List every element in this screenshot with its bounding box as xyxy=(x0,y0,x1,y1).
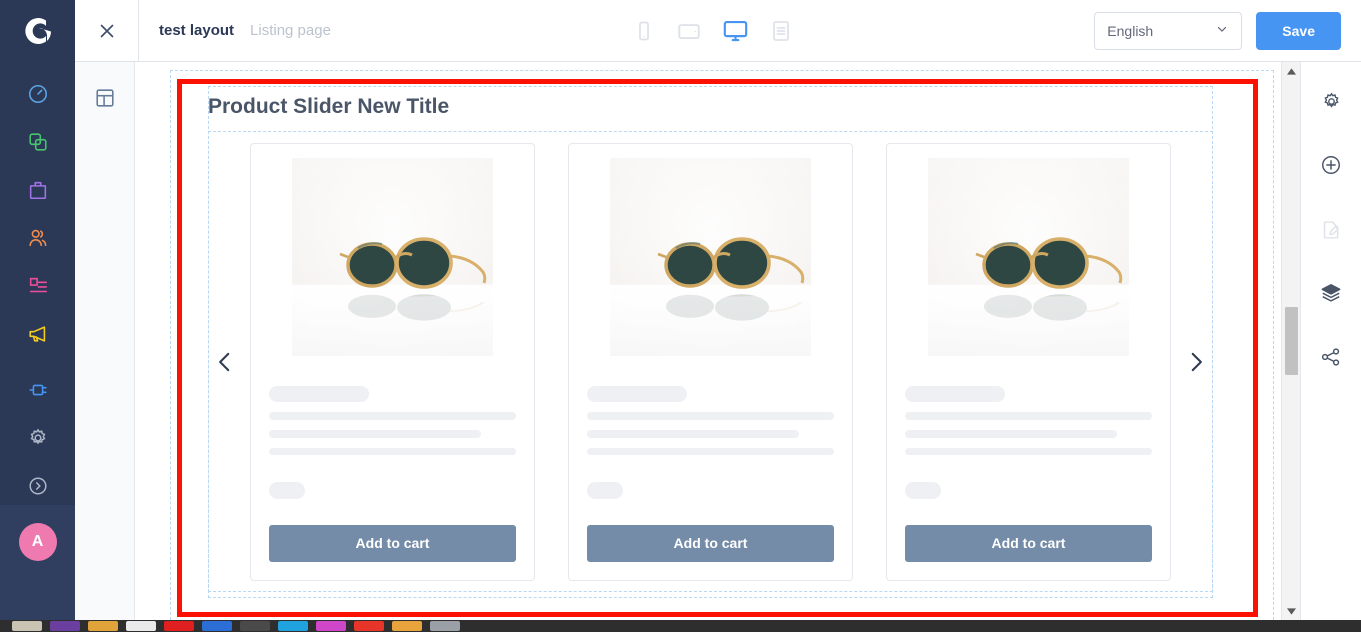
layout-grid-icon[interactable] xyxy=(87,80,123,116)
chevron-down-icon xyxy=(1215,22,1229,39)
layers-icon[interactable] xyxy=(1314,276,1348,310)
shopware-logo-icon[interactable] xyxy=(0,0,75,62)
taskbar-app-icon[interactable] xyxy=(240,621,270,631)
scroll-up-arrow-icon[interactable] xyxy=(1282,62,1301,80)
chevron-right-icon[interactable] xyxy=(1179,342,1213,382)
page-canvas: Product Slider New Title Add to cart Add… xyxy=(135,62,1280,620)
sidebar-item-orders[interactable] xyxy=(0,166,75,214)
sidebar-item-marketing[interactable] xyxy=(0,310,75,358)
sidebar-item-extensions[interactable] xyxy=(0,366,75,414)
top-header: test layout Listing page English Save xyxy=(75,0,1361,62)
skeleton-line xyxy=(269,429,482,438)
sidebar-item-dashboard[interactable] xyxy=(0,70,75,118)
chevron-left-icon[interactable] xyxy=(208,342,242,382)
taskbar-app-icon[interactable] xyxy=(278,621,308,631)
tablet-device-icon[interactable] xyxy=(676,18,702,44)
share-nodes-icon[interactable] xyxy=(1314,340,1348,374)
product-card[interactable]: Add to cart xyxy=(886,143,1171,581)
sidebar-item-settings[interactable] xyxy=(0,414,75,462)
taskbar-app-icon[interactable] xyxy=(392,621,422,631)
skeleton-product-title xyxy=(269,385,369,403)
taskbar-app-icon[interactable] xyxy=(202,621,232,631)
taskbar-app-icon[interactable] xyxy=(88,621,118,631)
taskbar-app-icon[interactable] xyxy=(12,621,42,631)
page-title: test layout xyxy=(159,22,235,39)
taskbar-app-icon[interactable] xyxy=(126,621,156,631)
add-to-cart-button[interactable]: Add to cart xyxy=(269,525,516,562)
close-icon[interactable] xyxy=(75,0,139,61)
skeleton-product-title xyxy=(905,385,1005,403)
sidebar-item-catalogues[interactable] xyxy=(0,118,75,166)
avatar[interactable]: A xyxy=(18,523,57,561)
right-toolbar xyxy=(1300,62,1361,620)
product-image xyxy=(928,158,1129,356)
skeleton-price xyxy=(269,482,305,499)
mobile-device-icon[interactable] xyxy=(632,19,656,43)
save-button[interactable]: Save xyxy=(1256,11,1341,50)
product-cards: Add to cart Add to cart Add to cart xyxy=(250,143,1171,581)
skeleton-line xyxy=(905,429,1118,438)
product-image xyxy=(292,158,493,356)
skeleton-line xyxy=(905,447,1152,456)
os-taskbar xyxy=(0,620,1361,632)
edit-document-icon[interactable] xyxy=(1314,212,1348,246)
language-select-value: English xyxy=(1107,22,1154,39)
page-subtitle: Listing page xyxy=(250,22,331,39)
plus-circle-icon[interactable] xyxy=(1314,148,1348,182)
scrollbar-thumb[interactable] xyxy=(1285,307,1298,375)
app-root: A test layout Listing page English Save … xyxy=(0,0,1361,632)
product-card[interactable]: Add to cart xyxy=(250,143,535,581)
taskbar-app-icon[interactable] xyxy=(354,621,384,631)
product-slider-title: Product Slider New Title xyxy=(208,95,450,118)
add-to-cart-button[interactable]: Add to cart xyxy=(905,525,1152,562)
skeleton-line xyxy=(587,447,834,456)
canvas-scrollbar[interactable] xyxy=(1281,62,1300,620)
skeleton-line xyxy=(587,429,800,438)
sidebar-items xyxy=(0,62,75,510)
user-menu[interactable]: A xyxy=(0,505,75,620)
language-select[interactable]: English xyxy=(1094,11,1243,50)
product-slider: Add to cart Add to cart Add to cart xyxy=(208,134,1213,590)
sidebar-item-customers[interactable] xyxy=(0,214,75,262)
taskbar-app-icon[interactable] xyxy=(316,621,346,631)
taskbar-app-icon[interactable] xyxy=(164,621,194,631)
sidebar-item-content[interactable] xyxy=(0,262,75,310)
skeleton-line xyxy=(905,412,1152,420)
blocks-sidebar xyxy=(75,62,135,620)
add-to-cart-button[interactable]: Add to cart xyxy=(587,525,834,562)
desktop-device-icon[interactable] xyxy=(722,17,749,44)
skeleton-product-title xyxy=(587,385,687,403)
sidebar-item-expand[interactable] xyxy=(0,462,75,510)
skeleton-line xyxy=(269,412,516,420)
gear-icon[interactable] xyxy=(1314,84,1348,118)
product-image xyxy=(610,158,811,356)
title-group: test layout Listing page xyxy=(139,22,331,39)
skeleton-price xyxy=(905,482,941,499)
skeleton-line xyxy=(269,447,516,456)
skeleton-price xyxy=(587,482,623,499)
header-actions: English Save xyxy=(1094,11,1361,50)
taskbar-app-icon[interactable] xyxy=(50,621,80,631)
scroll-down-arrow-icon[interactable] xyxy=(1282,602,1301,620)
skeleton-line xyxy=(587,412,834,420)
taskbar-app-icon[interactable] xyxy=(430,621,460,631)
device-preview-group xyxy=(632,17,793,44)
product-card[interactable]: Add to cart xyxy=(568,143,853,581)
main-sidebar: A xyxy=(0,0,75,620)
form-view-icon[interactable] xyxy=(769,19,793,43)
